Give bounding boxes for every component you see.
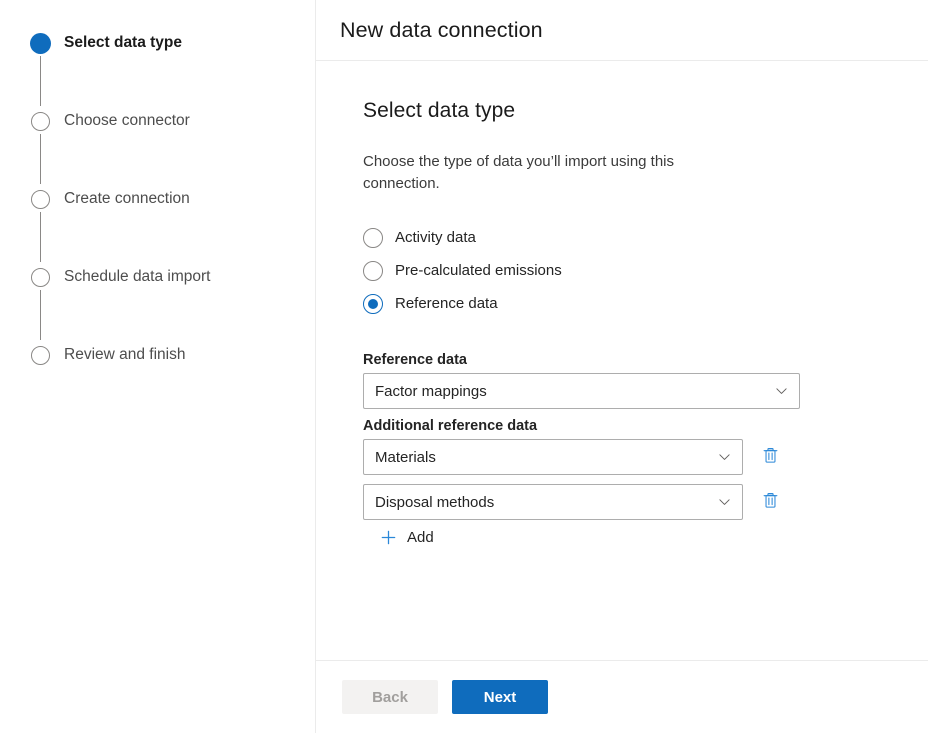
delete-additional-reference-data-1-button[interactable] bbox=[759, 445, 781, 469]
step-dot-inactive-icon bbox=[31, 268, 50, 287]
sidebar-item-label: Create connection bbox=[64, 190, 190, 207]
step-connector bbox=[40, 56, 42, 106]
panel-footer: Back Next bbox=[316, 660, 928, 733]
additional-reference-data-label: Additional reference data bbox=[363, 418, 538, 434]
step-dot-inactive-icon bbox=[31, 346, 50, 365]
step-connector bbox=[40, 290, 42, 340]
plus-icon bbox=[380, 529, 397, 546]
reference-data-row: Factor mappings bbox=[363, 373, 928, 409]
sidebar-item-create-connection[interactable]: Create connection bbox=[0, 188, 315, 266]
wizard-stepper: Select data type Choose connector Create… bbox=[0, 0, 316, 733]
add-reference-data-button[interactable]: Add bbox=[380, 529, 434, 546]
chevron-down-icon bbox=[718, 451, 731, 464]
additional-reference-data-value: Disposal methods bbox=[375, 493, 495, 511]
sidebar-item-label: Schedule data import bbox=[64, 268, 211, 285]
radio-label: Pre-calculated emissions bbox=[395, 262, 562, 279]
radio-pre-calculated-emissions[interactable]: Pre-calculated emissions bbox=[363, 254, 928, 287]
page-title: New data connection bbox=[340, 17, 543, 42]
sidebar-item-select-data-type[interactable]: Select data type bbox=[0, 32, 315, 110]
additional-reference-data-select-2[interactable]: Disposal methods bbox=[363, 484, 743, 520]
sidebar-item-choose-connector[interactable]: Choose connector bbox=[0, 110, 315, 188]
reference-data-label: Reference data bbox=[363, 352, 467, 368]
delete-additional-reference-data-2-button[interactable] bbox=[759, 490, 781, 514]
step-marker-select-data-type bbox=[30, 33, 51, 106]
step-marker-create-connection bbox=[30, 189, 51, 262]
chevron-down-icon bbox=[775, 385, 788, 398]
trash-icon bbox=[761, 446, 780, 468]
additional-reference-data-field: Additional reference data Materials Disp… bbox=[363, 418, 928, 546]
chevron-down-icon bbox=[718, 496, 731, 509]
radio-unchecked-icon bbox=[363, 227, 383, 248]
trash-icon bbox=[761, 491, 780, 513]
step-dot-inactive-icon bbox=[31, 190, 50, 209]
additional-reference-data-row: Materials bbox=[363, 439, 928, 475]
step-connector bbox=[40, 134, 42, 184]
add-reference-data-label: Add bbox=[407, 529, 434, 546]
next-button[interactable]: Next bbox=[452, 680, 548, 714]
new-data-connection-wizard: Select data type Choose connector Create… bbox=[0, 0, 928, 733]
radio-reference-data[interactable]: Reference data bbox=[363, 287, 928, 320]
radio-label: Reference data bbox=[395, 295, 498, 312]
wizard-main-panel: New data connection Select data type Cho… bbox=[316, 0, 928, 733]
radio-activity-data[interactable]: Activity data bbox=[363, 221, 928, 254]
data-type-radio-group: Activity data Pre-calculated emissions R… bbox=[363, 221, 928, 320]
section-heading: Select data type bbox=[363, 99, 516, 122]
panel-header: New data connection bbox=[316, 0, 928, 61]
step-marker-schedule-data-import bbox=[30, 267, 51, 340]
step-dot-inactive-icon bbox=[31, 112, 50, 131]
reference-data-value: Factor mappings bbox=[375, 382, 487, 400]
panel-body: Select data type Choose the type of data… bbox=[316, 61, 928, 660]
sidebar-item-label: Review and finish bbox=[64, 346, 186, 363]
sidebar-item-label: Select data type bbox=[64, 34, 183, 51]
step-dot-active-icon bbox=[30, 33, 51, 54]
step-marker-choose-connector bbox=[30, 111, 51, 184]
reference-data-field: Reference data Factor mappings bbox=[363, 352, 928, 409]
section-description: Choose the type of data you’ll import us… bbox=[363, 153, 675, 192]
reference-data-select[interactable]: Factor mappings bbox=[363, 373, 800, 409]
step-marker-review-and-finish bbox=[30, 345, 51, 366]
radio-unchecked-icon bbox=[363, 260, 383, 281]
sidebar-item-schedule-data-import[interactable]: Schedule data import bbox=[0, 266, 315, 344]
additional-reference-data-value: Materials bbox=[375, 448, 436, 466]
step-connector bbox=[40, 212, 42, 262]
sidebar-item-review-and-finish[interactable]: Review and finish bbox=[0, 344, 315, 366]
radio-label: Activity data bbox=[395, 229, 476, 246]
radio-checked-icon bbox=[363, 293, 383, 314]
additional-reference-data-row: Disposal methods bbox=[363, 484, 928, 520]
sidebar-item-label: Choose connector bbox=[64, 112, 190, 129]
additional-reference-data-select-1[interactable]: Materials bbox=[363, 439, 743, 475]
back-button[interactable]: Back bbox=[342, 680, 438, 714]
